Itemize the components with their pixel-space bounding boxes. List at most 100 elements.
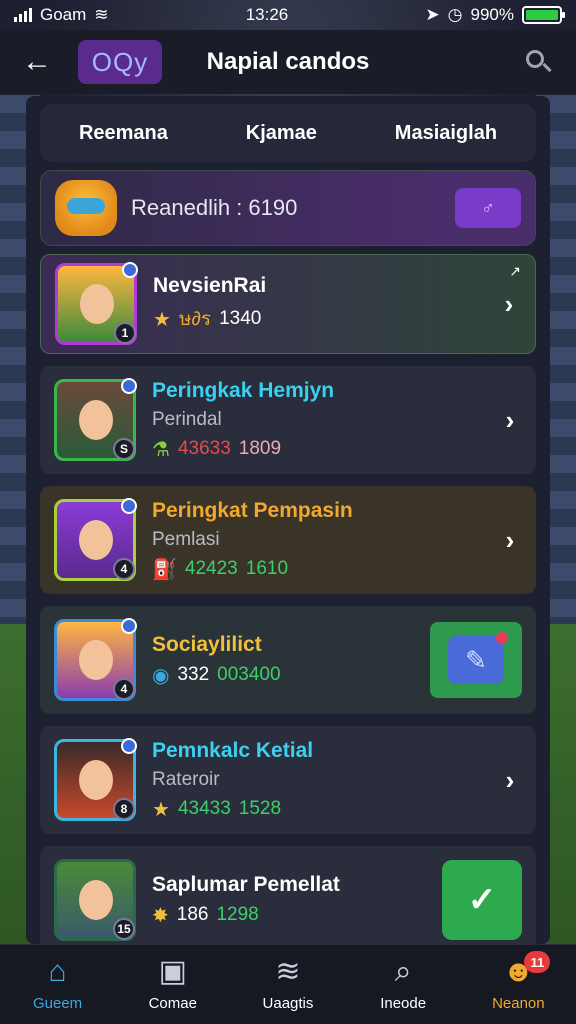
row-subtitle: Pemlasi xyxy=(152,528,220,550)
rank-badge: 1 xyxy=(114,322,136,344)
row-stats: ◉ 332 003400 xyxy=(152,663,281,688)
avatar: 4 xyxy=(54,618,137,701)
rank-badge: 15 xyxy=(113,918,135,940)
list-item[interactable]: 15 Saplumar Pemellat ✸ 186 1298 ✓ xyxy=(40,846,536,954)
row-title: Saplumar Pemellat xyxy=(152,872,340,896)
notification-badge: 11 xyxy=(524,951,551,973)
nav-label: Ineode xyxy=(380,995,427,1012)
stat-primary: 332 xyxy=(177,664,210,685)
carrier-label: Goam xyxy=(40,5,87,24)
stat-secondary: 1528 xyxy=(238,798,282,819)
rank-badge: S xyxy=(113,438,135,460)
check-icon[interactable]: ✓ xyxy=(442,860,522,940)
list-item[interactable]: ↗ 1 NevsienRai ★ ษ∂ร 1340 › xyxy=(40,254,536,354)
stat-primary: 43433 xyxy=(177,798,231,819)
stat-primary: ษ∂ร xyxy=(178,309,212,330)
app-logo-button[interactable]: OQy xyxy=(78,40,162,84)
nav-label: Uaagtis xyxy=(262,995,314,1012)
list-item[interactable]: 4 Peringkat Pempasin Pemlasi ⛽ 42423 161… xyxy=(40,486,536,594)
row-stats: ★ ษ∂ร 1340 xyxy=(153,304,266,334)
chevron-right-icon[interactable]: › xyxy=(498,405,522,436)
nav-label: Gueem xyxy=(32,995,83,1012)
back-arrow-icon[interactable]: ← xyxy=(22,45,58,79)
expand-icon: ↗ xyxy=(509,263,521,279)
nav-label: Comae xyxy=(148,995,197,1012)
chevron-right-icon[interactable]: › xyxy=(498,765,522,796)
mascot-avatar xyxy=(55,180,117,236)
share-button[interactable]: ✎ xyxy=(430,622,522,698)
nav-item-profile[interactable]: ☻ Neanon 11 xyxy=(468,951,568,1012)
row-stats: ⛽ 42423 1610 xyxy=(152,557,353,582)
row-title: NevsienRai xyxy=(153,274,267,297)
app-header: ← OQy Napial candos xyxy=(0,30,576,94)
current-rank-text: Reanedlih : 6190 xyxy=(131,195,298,220)
share-icon: ✎ xyxy=(448,632,508,684)
row-subtitle: Perindal xyxy=(152,408,222,430)
row-title: Peringkak Hemjyn xyxy=(152,378,335,402)
avatar: 4 xyxy=(54,498,137,581)
battery-icon xyxy=(521,6,565,24)
avatar: 8 xyxy=(54,738,137,821)
list-item[interactable]: S Peringkak Hemjyn Perindal ⚗ 43633 1809… xyxy=(40,366,536,474)
row-stats: ★ 43433 1528 xyxy=(152,797,313,822)
status-bar: Goam ≋ 13:26 ➤ ◷ 990% xyxy=(0,0,576,30)
row-title: Sociaylilict xyxy=(152,632,262,656)
search-icon[interactable] xyxy=(522,46,554,78)
avatar: 15 xyxy=(54,859,136,941)
row-title: Peringkat Pempasin xyxy=(152,498,353,522)
row-subtitle: Rateroir xyxy=(152,768,220,790)
tab-masiaiglah[interactable]: Masiaiglah xyxy=(385,116,507,151)
battery-label: 990% xyxy=(470,5,514,24)
stat-secondary: 1809 xyxy=(238,438,282,459)
helmet-icon: ⛽ xyxy=(152,558,177,581)
status-time: 13:26 xyxy=(245,5,289,24)
rank-badge: 4 xyxy=(113,678,135,700)
stat-secondary: 1610 xyxy=(245,558,289,579)
avatar: 1 xyxy=(55,262,138,345)
nav-item-home[interactable]: ⌂ Gueem xyxy=(8,955,108,1013)
stat-primary: 42423 xyxy=(184,558,238,579)
star-icon: ★ xyxy=(152,798,170,821)
nav-item-uaagtis[interactable]: ≋ Uaagtis xyxy=(238,955,338,1013)
row-title: Pemnkalc Ketial xyxy=(152,738,314,762)
home-icon: ⌂ xyxy=(48,955,67,988)
star-icon: ★ xyxy=(153,308,171,331)
row-stats: ✸ 186 1298 xyxy=(152,903,340,928)
leaderboard-list: ↗ 1 NevsienRai ★ ษ∂ร 1340 › S Peringkak … xyxy=(40,254,536,954)
chevron-right-icon[interactable]: › xyxy=(498,525,522,556)
list-item[interactable]: 4 Sociaylilict ◉ 332 003400 ✎ xyxy=(40,606,536,714)
status-left: Goam ≋ xyxy=(14,5,109,25)
sparkle-icon[interactable]: ♂ xyxy=(455,188,521,228)
rank-badge: 4 xyxy=(113,558,135,580)
status-right: ➤ ◷ 990% xyxy=(425,5,565,25)
search-icon: ⌕ xyxy=(394,955,412,988)
list-item[interactable]: 8 Pemnkalc Ketial Rateroir ★ 43433 1528 … xyxy=(40,726,536,834)
chat-icon: ▣ xyxy=(158,955,187,988)
rank-badge: 8 xyxy=(113,798,135,820)
leaderboard-panel: Reemana Kjamae Masiaiglah Reanedlih : 61… xyxy=(26,96,550,954)
nav-item-ineode[interactable]: ⌕ Ineode xyxy=(353,955,453,1013)
signal-icon xyxy=(14,8,32,22)
swords-icon: ✸ xyxy=(152,904,169,927)
current-rank-card[interactable]: Reanedlih : 6190 ♂ xyxy=(40,170,536,246)
stat-secondary: 1298 xyxy=(216,904,259,925)
alarm-icon: ◷ xyxy=(447,5,463,24)
potion-icon: ⚗ xyxy=(152,438,170,461)
stat-primary: 186 xyxy=(176,904,209,925)
stat-secondary: 1340 xyxy=(219,308,262,329)
bottom-navigation: ⌂ Gueem ▣ Comae ≋ Uaagtis ⌕ Ineode ☻ Nea… xyxy=(0,944,576,1024)
location-icon: ➤ xyxy=(425,5,440,24)
tab-bar: Reemana Kjamae Masiaiglah xyxy=(40,104,536,162)
stat-secondary: 003400 xyxy=(217,664,281,685)
row-stats: ⚗ 43633 1809 xyxy=(152,437,334,462)
tab-kjamae[interactable]: Kjamae xyxy=(236,116,327,151)
globe-icon: ◉ xyxy=(152,664,170,687)
wifi-icon: ≋ xyxy=(94,5,109,24)
layers-icon: ≋ xyxy=(275,955,301,988)
tab-reemana[interactable]: Reemana xyxy=(69,116,178,151)
chevron-right-icon[interactable]: › xyxy=(497,289,521,320)
stat-primary: 43633 xyxy=(177,438,231,459)
avatar: S xyxy=(54,378,137,461)
nav-item-comae[interactable]: ▣ Comae xyxy=(123,955,223,1013)
battery-fill xyxy=(525,10,558,20)
